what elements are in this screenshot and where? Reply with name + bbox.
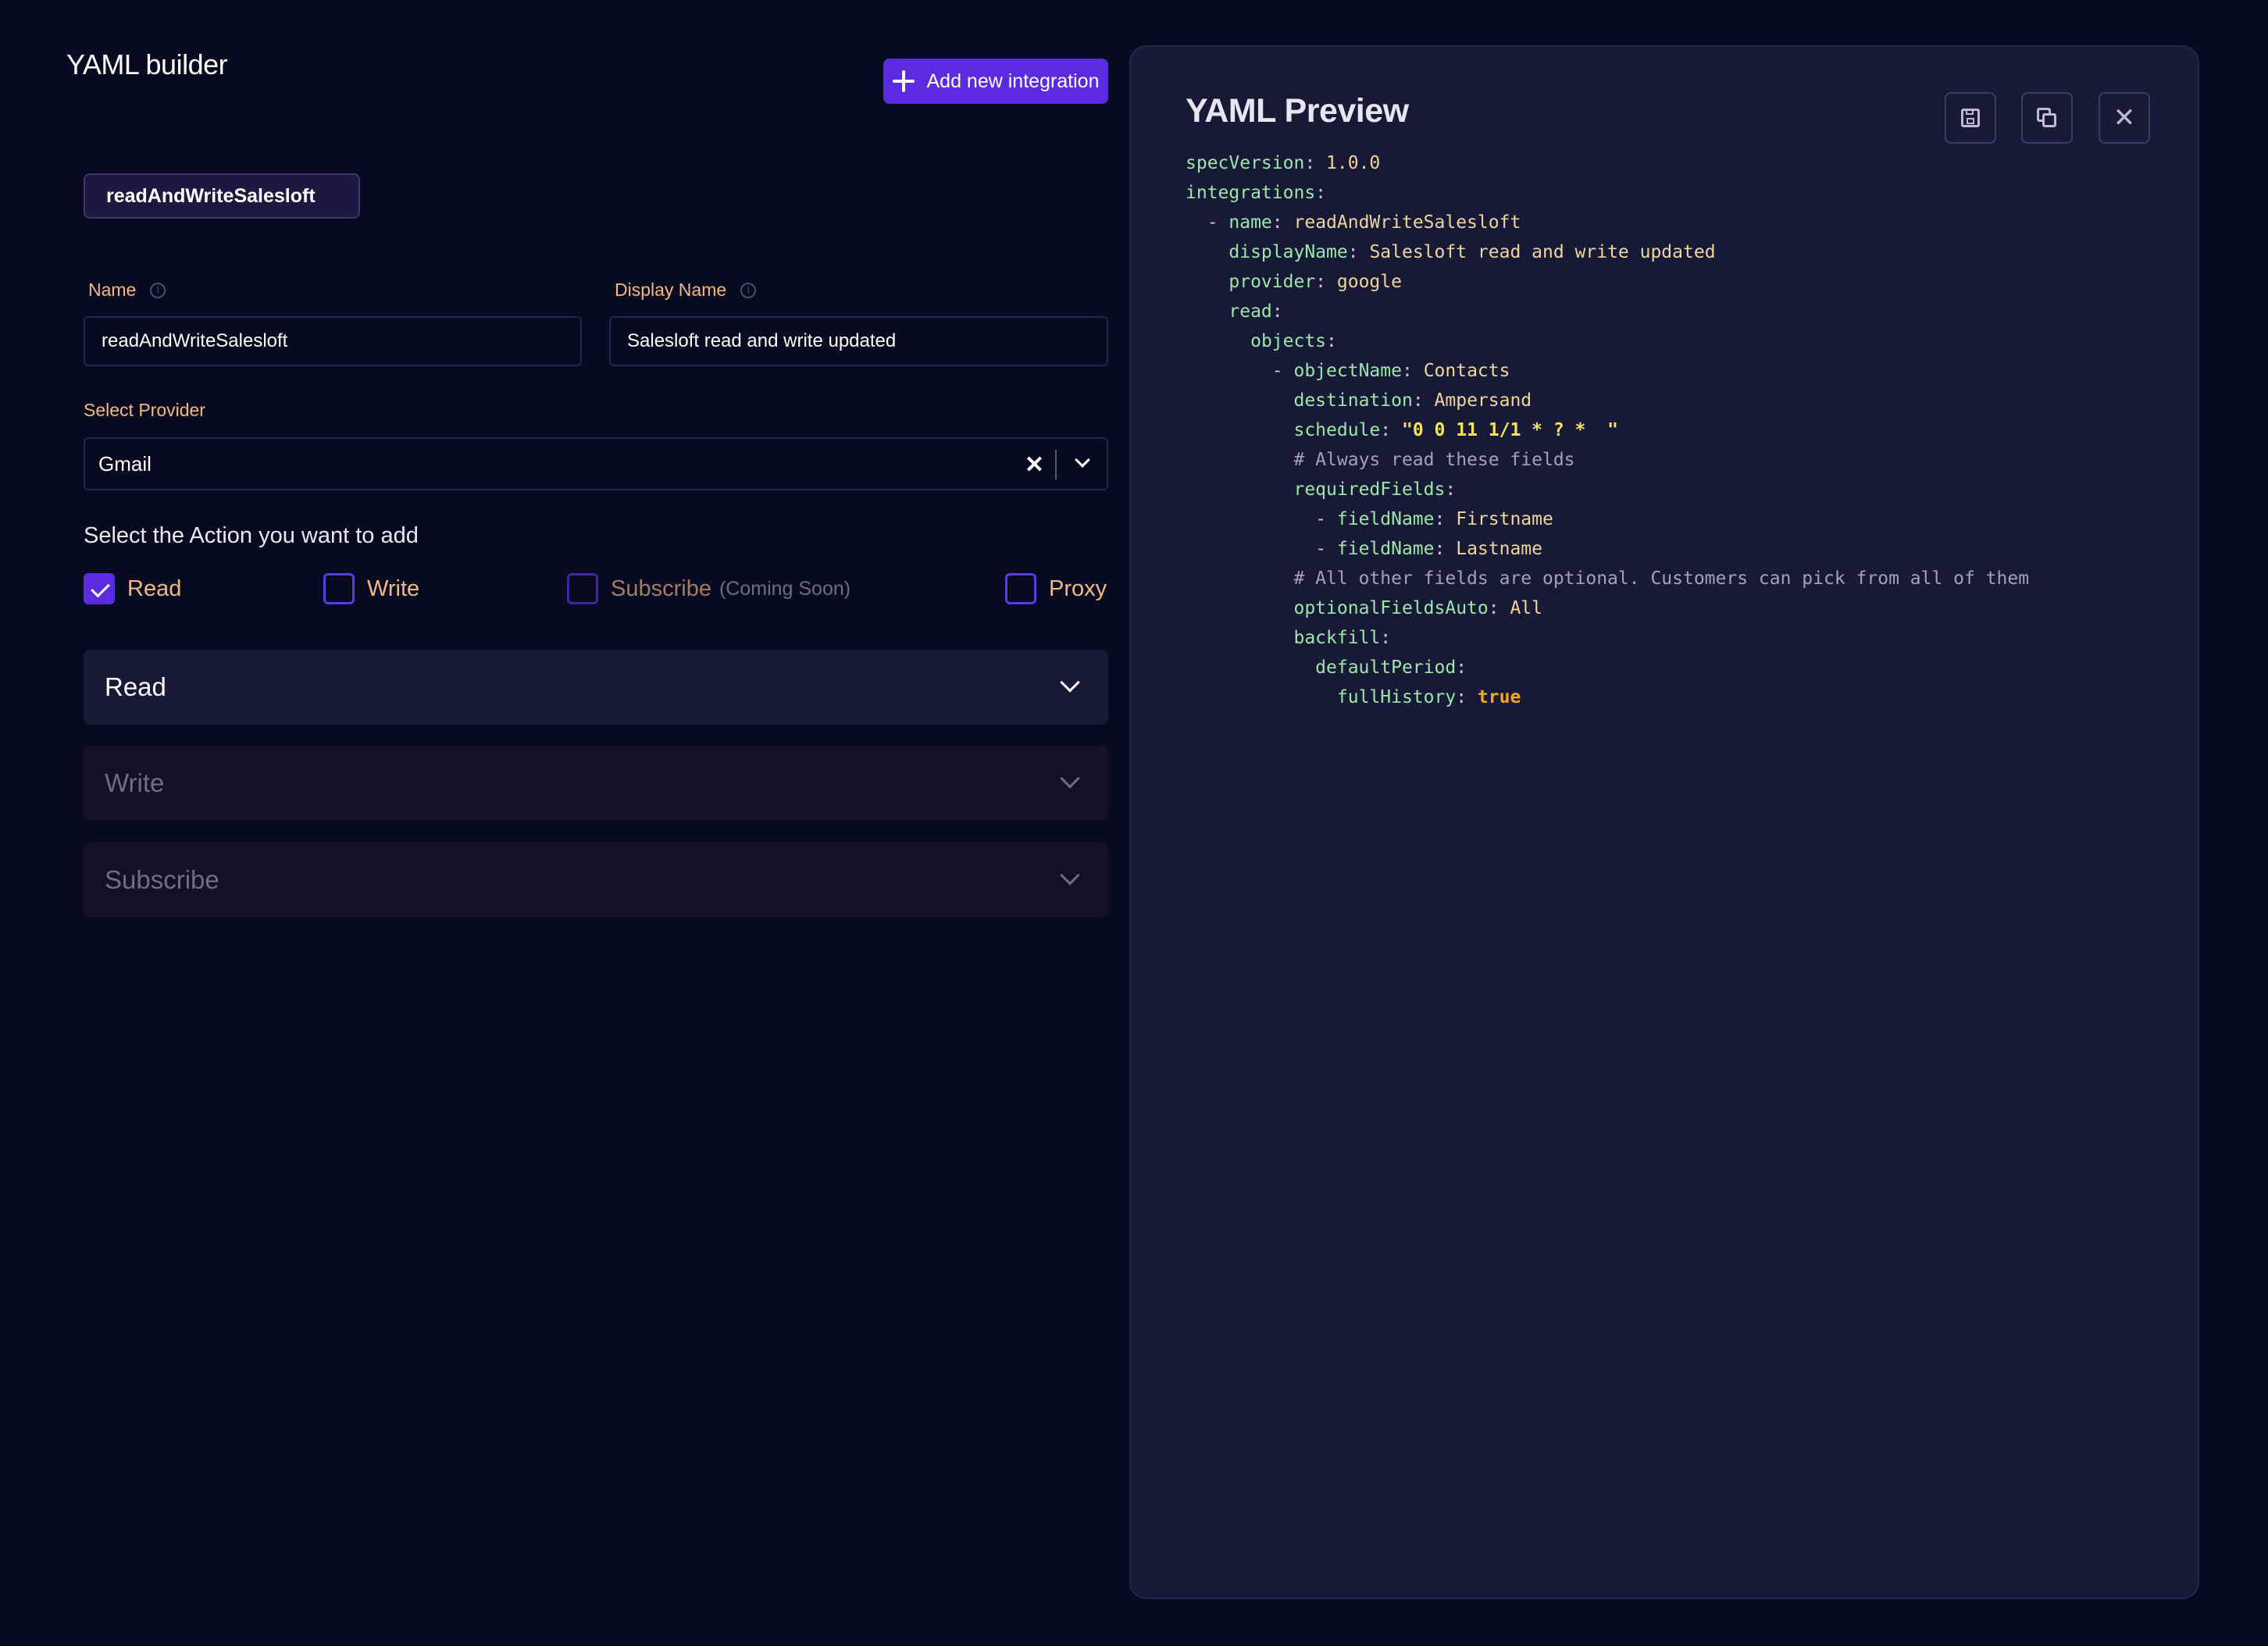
- info-icon[interactable]: i: [150, 282, 166, 298]
- yaml-line: - name: readAndWriteSalesloft: [1186, 212, 1521, 233]
- page-title: YAML builder: [66, 48, 228, 80]
- yaml-key: backfill: [1293, 628, 1381, 648]
- action-read[interactable]: Read: [84, 572, 181, 606]
- section-write-label: Write: [105, 768, 165, 797]
- yaml-line: specVersion: 1.0.0: [1186, 153, 1381, 173]
- yaml-key: specVersion: [1186, 153, 1305, 173]
- yaml-line: optionalFieldsAuto: All: [1293, 598, 1542, 618]
- add-integration-button[interactable]: Add new integration: [883, 59, 1108, 104]
- select-divider: [1055, 450, 1057, 479]
- read-checkbox-label: Read: [127, 575, 182, 601]
- chevron-down-icon: [1060, 768, 1080, 789]
- write-checkbox-label: Write: [367, 575, 420, 601]
- section-read[interactable]: Read: [84, 650, 1108, 725]
- yaml-value: google: [1336, 272, 1402, 292]
- yaml-key: name: [1228, 212, 1272, 233]
- yaml-comment: # Always read these fields: [1293, 450, 1575, 470]
- subscribe-checkbox: [567, 573, 598, 604]
- yaml-line: fullHistory: true: [1336, 687, 1521, 707]
- yaml-value: Firstname: [1456, 509, 1553, 529]
- yaml-key: read: [1228, 301, 1272, 322]
- yaml-key: integrations: [1186, 183, 1316, 203]
- action-write[interactable]: Write: [323, 572, 419, 606]
- yaml-value: true: [1477, 687, 1521, 707]
- yaml-value: Ampersand: [1434, 390, 1532, 411]
- yaml-key: fieldName: [1336, 509, 1435, 529]
- chevron-down-icon[interactable]: [1075, 452, 1090, 468]
- yaml-key: defaultPeriod: [1315, 657, 1457, 678]
- yaml-line: # All other fields are optional. Custome…: [1186, 564, 2029, 593]
- info-icon[interactable]: i: [740, 282, 757, 298]
- copy-icon: [2037, 108, 2057, 128]
- yaml-value: 1.0.0: [1326, 153, 1381, 173]
- yaml-value: Lastname: [1456, 539, 1542, 559]
- yaml-key: destination: [1293, 390, 1413, 411]
- yaml-line: objects:: [1250, 331, 1337, 351]
- section-subscribe-label: Subscribe: [105, 865, 219, 894]
- copy-button[interactable]: [2021, 92, 2073, 144]
- yaml-line: backfill:: [1293, 628, 1392, 648]
- subscribe-checkbox-label: Subscribe: [611, 575, 711, 601]
- section-write: Write: [84, 746, 1108, 821]
- yaml-preview-title: YAML Preview: [1186, 92, 1409, 130]
- yaml-line: read:: [1228, 301, 1283, 322]
- provider-select[interactable]: Gmail ✕: [84, 437, 1108, 490]
- yaml-key: optionalFieldsAuto: [1293, 598, 1489, 618]
- save-button[interactable]: [1945, 92, 1996, 144]
- name-label-text: Name: [88, 280, 137, 300]
- provider-label: Select Provider: [84, 400, 205, 420]
- read-checkbox[interactable]: [84, 573, 115, 604]
- yaml-key: fieldName: [1336, 539, 1435, 559]
- proxy-checkbox-label: Proxy: [1049, 575, 1107, 601]
- yaml-line: - fieldName: Firstname: [1186, 509, 1553, 529]
- yaml-line: # Always read these fields: [1186, 445, 2029, 475]
- yaml-key: objectName: [1293, 361, 1402, 381]
- yaml-line: provider: google: [1228, 272, 1402, 292]
- action-proxy[interactable]: Proxy: [1005, 572, 1107, 606]
- provider-selected-value: Gmail: [98, 451, 152, 476]
- yaml-line: displayName: Salesloft read and write up…: [1228, 242, 1716, 262]
- yaml-line: - fieldName: Lastname: [1186, 539, 1542, 559]
- display-name-label-text: Display Name: [615, 280, 727, 300]
- yaml-line: requiredFields:: [1293, 479, 1457, 500]
- yaml-key: displayName: [1228, 242, 1348, 262]
- display-name-input[interactable]: Salesloft read and write updated: [609, 316, 1108, 366]
- chevron-down-icon: [1060, 865, 1080, 885]
- yaml-key: requiredFields: [1293, 479, 1446, 500]
- yaml-key: fullHistory: [1336, 687, 1457, 707]
- yaml-line: destination: Ampersand: [1293, 390, 1532, 411]
- yaml-code-block: specVersion: 1.0.0 integrations: - name: …: [1186, 148, 2029, 712]
- yaml-value: All: [1510, 598, 1542, 618]
- section-read-label: Read: [105, 672, 166, 701]
- yaml-value: Contacts: [1423, 361, 1510, 381]
- proxy-checkbox[interactable]: [1005, 573, 1036, 604]
- save-icon: [1961, 109, 1980, 127]
- name-label: Name i: [88, 280, 166, 301]
- close-button[interactable]: ✕: [2099, 92, 2150, 144]
- action-subscribe: Subscribe (Coming Soon): [567, 572, 850, 606]
- yaml-value: Salesloft read and write updated: [1369, 242, 1716, 262]
- yaml-line: integrations:: [1186, 183, 1327, 203]
- yaml-value: readAndWriteSalesloft: [1293, 212, 1521, 233]
- close-icon: ✕: [2113, 102, 2136, 134]
- yaml-key: objects: [1250, 331, 1327, 351]
- section-subscribe: Subscribe: [84, 843, 1108, 917]
- yaml-line: schedule: "0 0 11 1/1 * ? * ": [1293, 420, 1618, 440]
- action-title: Select the Action you want to add: [84, 523, 419, 548]
- yaml-key: schedule: [1293, 420, 1381, 440]
- chevron-down-icon[interactable]: [1060, 672, 1080, 693]
- name-input[interactable]: readAndWriteSalesloft: [84, 316, 582, 366]
- yaml-comment: # All other fields are optional. Custome…: [1293, 568, 2030, 589]
- clear-icon[interactable]: ✕: [1025, 451, 1044, 479]
- tab-integration[interactable]: readAndWriteSalesloft: [84, 173, 360, 219]
- yaml-key: provider: [1228, 272, 1316, 292]
- yaml-line: defaultPeriod:: [1315, 657, 1467, 678]
- yaml-value: "0 0 11 1/1 * ? * ": [1401, 420, 1618, 440]
- add-integration-label: Add new integration: [926, 69, 1100, 92]
- yaml-line: - objectName: Contacts: [1186, 361, 1510, 381]
- display-name-label: Display Name i: [615, 280, 757, 301]
- write-checkbox[interactable]: [323, 573, 355, 604]
- plus-icon: [892, 70, 915, 92]
- coming-soon-note: (Coming Soon): [719, 577, 851, 600]
